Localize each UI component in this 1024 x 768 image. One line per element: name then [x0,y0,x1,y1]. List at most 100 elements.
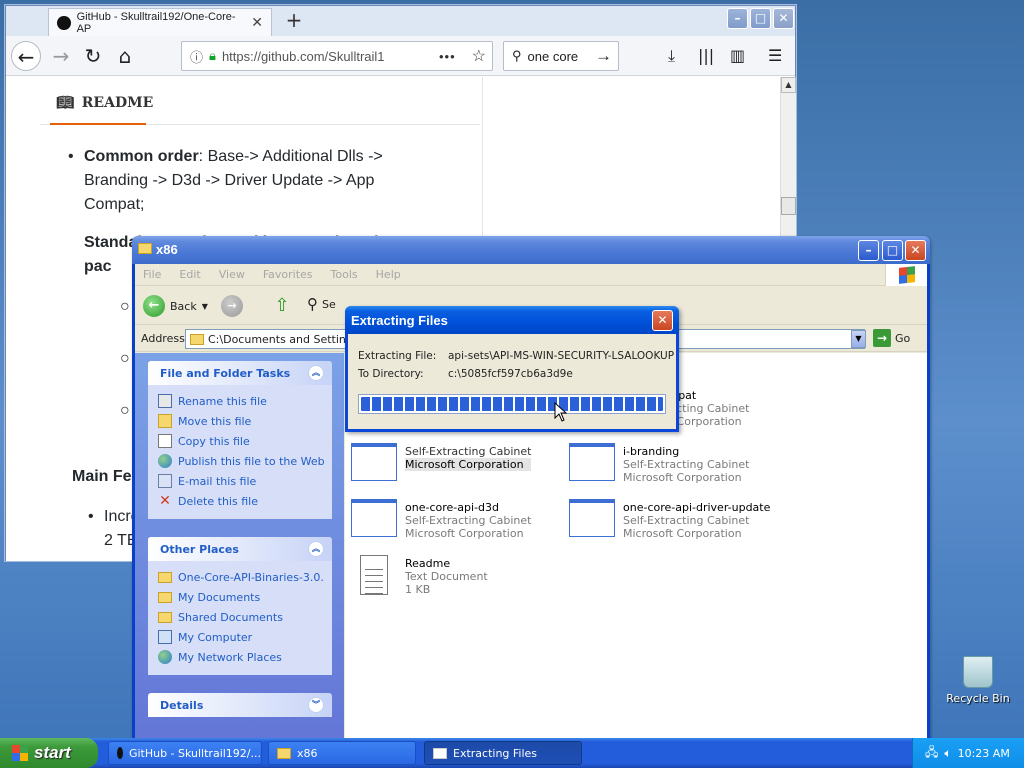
search-label: Se [322,297,336,311]
address-label: Address [141,332,185,345]
readme-underline [50,123,146,125]
bookmark-star-icon[interactable]: ☆ [472,46,486,66]
library-icon[interactable]: ||| [698,46,714,65]
menu-file[interactable]: File [143,268,161,281]
folder-icon [277,747,291,759]
system-tray: 🖧︎ 🔈︎ 10:23 AM [912,738,1024,768]
file-item[interactable]: i-branding Self-Extracting Cabinet Microso… [569,443,779,484]
window-icon [433,747,447,759]
sub-bullet: ○ [120,350,130,367]
place-label: My Documents [178,590,261,604]
page-actions-icon[interactable]: ••• [439,49,456,64]
close-button[interactable]: ✕ [905,240,926,261]
file-item[interactable]: Readme Text Document 1 KB [351,555,561,596]
collapse-icon[interactable]: ︽ [308,365,324,381]
search-icon: ⚲ [512,48,522,63]
explorer-titlebar[interactable]: x86 – □ ✕ [132,236,930,264]
task-email[interactable]: E-mail this file [158,471,332,491]
task-move[interactable]: Move this file [158,411,332,431]
tab-title: GitHub - Skulltrail192/One-Core-AP [76,10,236,35]
place-my-computer[interactable]: My Computer [158,627,332,647]
scroll-thumb[interactable] [781,197,796,215]
task-delete[interactable]: ✕ Delete this file [158,491,332,511]
search-go-icon[interactable]: → [595,46,612,66]
task-rename[interactable]: Rename this file [158,391,332,411]
forward-button[interactable]: → [221,295,243,317]
menu-icon[interactable]: ☰ [768,46,782,65]
task-publish[interactable]: Publish this file to the Web [158,451,332,471]
expand-icon[interactable]: ︾ [308,697,324,713]
place-label: My Network Places [178,650,282,664]
maximize-button[interactable]: □ [882,240,903,261]
download-icon[interactable]: ⤓ [668,46,675,66]
dropdown-icon[interactable]: ▼ [202,302,208,311]
file-name: one-core-api-driver-update [623,501,771,514]
task-label: Rename this file [178,394,267,408]
panel-header[interactable]: File and Folder Tasks ︽ [148,361,332,385]
back-button[interactable]: ← Back ▼ [143,295,208,317]
back-arrow-icon: ← [143,295,165,317]
menu-view[interactable]: View [219,268,245,281]
url-bar[interactable]: ⓘ 🔒︎ https://github.com/Skulltrail1 ••• … [181,41,493,71]
volume-tray-icon[interactable]: 🔈︎ [944,746,951,761]
reload-button[interactable]: ↻ [78,41,108,71]
task-copy[interactable]: Copy this file [158,431,332,451]
browser-tab[interactable]: GitHub - Skulltrail192/One-Core-AP ✕ [48,8,272,36]
scroll-up-icon[interactable]: ▲ [781,77,796,93]
email-icon [158,474,172,488]
menu-help[interactable]: Help [376,268,401,281]
start-button[interactable]: start [0,738,98,768]
menu-edit[interactable]: Edit [179,268,200,281]
up-folder-icon[interactable]: ⇧ [271,295,293,317]
place-onecore[interactable]: One-Core-API-Binaries-3.0. [158,567,332,587]
taskbar-item-extracting[interactable]: Extracting Files [424,741,582,765]
menu-tools[interactable]: Tools [331,268,358,281]
maximize-button[interactable]: □ [750,8,771,29]
close-button[interactable]: ✕ [652,310,673,331]
back-button[interactable]: ← [11,41,41,71]
close-button[interactable]: ✕ [773,8,794,29]
search-box[interactable]: ⚲ one core → [503,41,619,71]
task-label: Publish this file to the Web [178,454,325,468]
file-item[interactable]: one-core-api-driver-update Self-Extractin… [569,499,779,540]
extract-dialog: Extracting Files ✕ Extracting File: api-… [345,306,679,432]
file-item[interactable]: Self-Extracting Cabinet Microsoft Corpora… [351,443,561,481]
place-label: My Computer [178,630,253,644]
go-button[interactable]: → Go [873,329,910,347]
panel-header[interactable]: Other Places ︽ [148,537,332,561]
file-type: Self-Extracting Cabinet [623,458,750,471]
place-network[interactable]: My Network Places [158,647,332,667]
sidebar-icon[interactable]: ▥ [730,46,745,65]
place-shared-documents[interactable]: Shared Documents [158,607,332,627]
github-icon [117,747,123,759]
file-company: Microsoft Corporation [623,471,742,484]
taskbar-item-x86[interactable]: x86 [268,741,416,765]
readme-tab[interactable]: 📖︎ README [56,95,153,111]
network-tray-icon[interactable]: 🖧︎ [925,743,938,764]
taskbar-item-firefox[interactable]: GitHub - Skulltrail192/... [108,741,262,765]
extracting-file-label: Extracting File: [358,350,437,362]
recycle-bin[interactable]: Recycle Bin [940,656,1016,705]
rename-icon [158,394,172,408]
panel-header[interactable]: Details ︾ [148,693,332,717]
task-pane: File and Folder Tasks ︽ Rename this file… [135,353,344,746]
close-tab-icon[interactable]: ✕ [251,14,263,31]
clock[interactable]: 10:23 AM [958,747,1010,760]
menu-bar: File Edit View Favorites Tools Help [135,264,927,286]
collapse-icon[interactable]: ︽ [308,541,324,557]
address-dropdown-icon[interactable]: ▼ [851,330,866,348]
menu-favorites[interactable]: Favorites [263,268,313,281]
search-button[interactable]: ⚲ Se [307,295,336,313]
minimize-button[interactable]: – [858,240,879,261]
cabinet-file-icon [569,499,615,537]
dialog-titlebar[interactable]: Extracting Files ✕ [345,306,679,334]
sub-bullet: ○ [120,402,130,419]
minimize-button[interactable]: – [727,8,748,29]
home-button[interactable]: ⌂ [110,41,140,71]
new-tab-button[interactable]: + [282,8,306,32]
forward-button[interactable]: → [46,41,76,71]
info-icon[interactable]: ⓘ [190,47,203,66]
place-my-documents[interactable]: My Documents [158,587,332,607]
file-company: Microsoft Corporation [623,527,742,540]
file-item[interactable]: one-core-api-d3d Self-Extracting Cabinet M… [351,499,561,540]
